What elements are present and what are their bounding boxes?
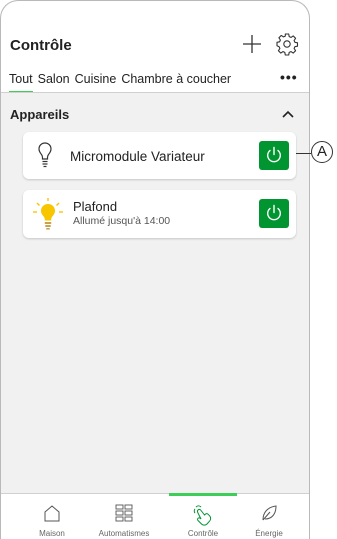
tab-chambre[interactable]: Chambre à coucher xyxy=(121,72,231,86)
chevron-up-icon[interactable] xyxy=(281,109,295,119)
power-button[interactable] xyxy=(259,141,289,170)
tab-salon[interactable]: Salon xyxy=(38,72,70,86)
bulb-icon xyxy=(38,142,52,168)
nav-maison[interactable]: Maison xyxy=(22,494,82,539)
nav-label: Maison xyxy=(39,529,65,538)
power-button[interactable] xyxy=(259,199,289,228)
page-title: Contrôle xyxy=(10,37,72,54)
tab-tout[interactable]: Tout xyxy=(9,72,33,93)
device-status: Allumé jusqu'à 14:00 xyxy=(73,215,171,227)
power-icon xyxy=(267,204,281,221)
device-name: Plafond xyxy=(73,199,118,214)
room-tabs: Tout Salon Cuisine Chambre à coucher xyxy=(9,72,236,93)
bottom-nav: Maison Automatismes Contrôle Énergie xyxy=(1,493,309,539)
device-card-plafond[interactable]: Plafond Allumé jusqu'à 14:00 xyxy=(23,190,296,238)
gear-icon[interactable] xyxy=(275,32,299,56)
callout-marker: A xyxy=(311,141,333,163)
grid-icon xyxy=(115,504,133,522)
nav-energie[interactable]: Énergie xyxy=(239,494,299,539)
hand-touch-icon xyxy=(193,505,212,526)
device-card-micromodule[interactable]: Micromodule Variateur xyxy=(23,132,296,179)
nav-controle[interactable]: Contrôle xyxy=(169,493,237,539)
header-divider xyxy=(1,92,309,93)
header: Contrôle Tout Salon Cuisine Chambre à couch… xyxy=(1,1,309,93)
nav-label: Contrôle xyxy=(187,529,219,538)
more-icon[interactable]: ••• xyxy=(280,69,298,85)
home-icon xyxy=(44,505,60,522)
bulb-lit-icon xyxy=(33,198,63,230)
phone-frame: Contrôle Tout Salon Cuisine Chambre à couch… xyxy=(0,0,310,539)
tab-cuisine[interactable]: Cuisine xyxy=(75,72,117,86)
nav-label: Énergie xyxy=(255,529,283,538)
callout-line xyxy=(296,153,311,154)
nav-automatismes[interactable]: Automatismes xyxy=(94,494,154,539)
leaf-icon xyxy=(262,505,277,521)
device-name: Micromodule Variateur xyxy=(70,149,205,164)
nav-label: Automatismes xyxy=(98,529,150,538)
power-icon xyxy=(267,146,281,163)
section-title: Appareils xyxy=(10,107,70,122)
add-icon[interactable] xyxy=(241,33,263,55)
